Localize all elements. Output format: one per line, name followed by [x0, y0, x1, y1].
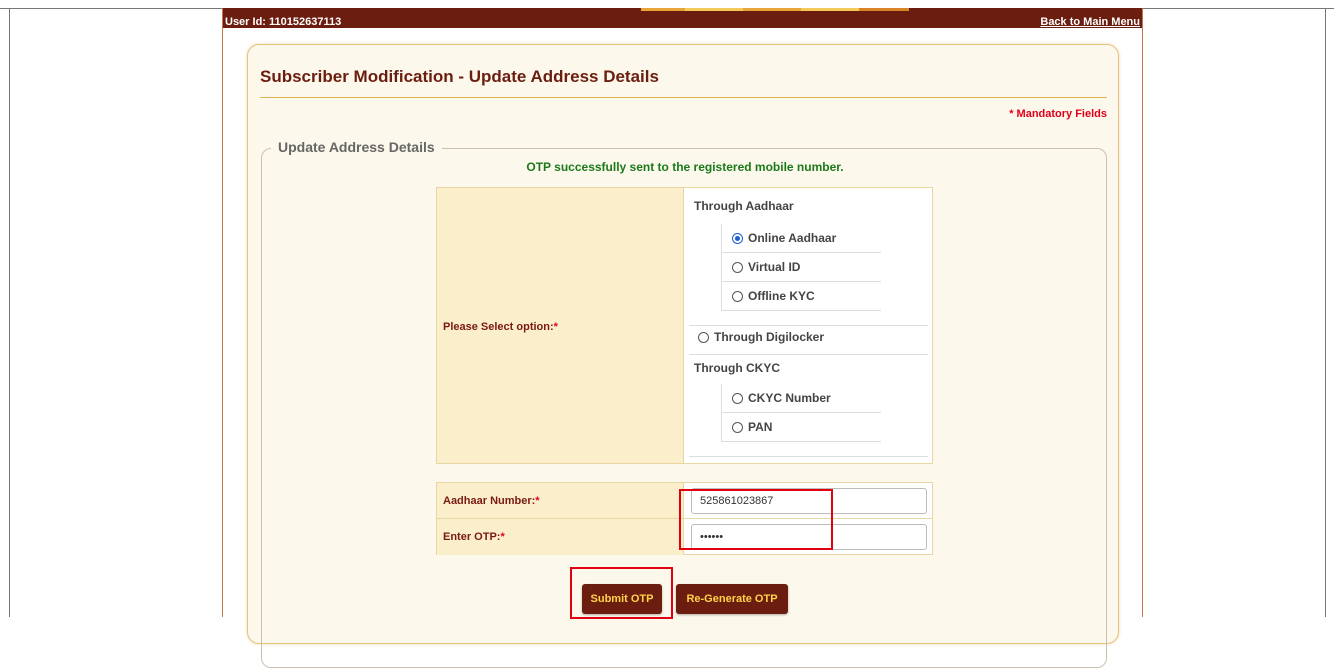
aadhaar-number-input[interactable] — [691, 488, 927, 514]
header-stripe — [859, 8, 909, 11]
enter-otp-label-text: Enter OTP: — [443, 531, 501, 543]
radio-label: Through Digilocker — [714, 330, 825, 344]
main-frame: User Id: 110152637113 Back to Main Menu … — [222, 8, 1143, 668]
option-choices-cell: Through Aadhaar Online Aadhaar Virtual I… — [685, 188, 932, 463]
group-heading-ckyc: Through CKYC — [694, 361, 780, 375]
radio-label: Offline KYC — [748, 289, 815, 303]
option-label-cell: Please Select option:* — [437, 188, 684, 463]
group-heading-aadhaar: Through Aadhaar — [694, 199, 794, 213]
otp-input[interactable] — [691, 524, 927, 550]
aadhaar-number-row: Aadhaar Number:* — [437, 483, 932, 519]
radio-virtual-id[interactable]: Virtual ID — [722, 253, 881, 282]
back-to-main-menu-link[interactable]: Back to Main Menu — [1040, 16, 1140, 28]
enter-otp-row: Enter OTP:* — [437, 519, 932, 555]
ckyc-options-list: CKYC Number PAN — [721, 384, 881, 442]
aadhaar-otp-form: Aadhaar Number:* Enter OTP:* — [436, 482, 933, 555]
row-divider — [689, 325, 928, 326]
radio-icon[interactable] — [732, 392, 743, 404]
radio-ckyc-number[interactable]: CKYC Number — [722, 384, 881, 413]
user-id: User Id: 110152637113 — [225, 16, 342, 28]
right-border — [1325, 8, 1326, 617]
required-mark: * — [553, 321, 558, 333]
header-stripe — [801, 8, 859, 11]
aadhaar-number-label: Aadhaar Number:* — [437, 483, 684, 518]
aadhaar-number-label-text: Aadhaar Number: — [443, 495, 536, 507]
regenerate-otp-button[interactable]: Re-Generate OTP — [676, 584, 788, 614]
row-divider — [689, 354, 928, 355]
radio-label: Online Aadhaar — [748, 231, 837, 245]
radio-online-aadhaar[interactable]: Online Aadhaar — [722, 224, 881, 253]
radio-label: Virtual ID — [748, 260, 801, 274]
radio-label: CKYC Number — [748, 391, 831, 405]
page-title: Subscriber Modification - Update Address… — [260, 67, 659, 86]
left-border — [9, 8, 10, 617]
radio-icon[interactable] — [732, 261, 743, 273]
header-stripe — [743, 8, 801, 11]
title-divider — [260, 97, 1107, 98]
header-stripe — [641, 8, 685, 11]
radio-offline-kyc[interactable]: Offline KYC — [722, 282, 881, 311]
radio-icon[interactable] — [698, 331, 709, 343]
enter-otp-label: Enter OTP:* — [437, 519, 684, 555]
required-mark: * — [500, 531, 505, 543]
update-address-fieldset: Update Address Details OTP successfully … — [261, 139, 1107, 668]
submit-otp-button[interactable]: Submit OTP — [582, 584, 662, 614]
otp-success-message: OTP successfully sent to the registered … — [526, 160, 844, 174]
content-panel: Subscriber Modification - Update Address… — [247, 44, 1119, 668]
row-divider — [689, 456, 928, 457]
required-mark: * — [535, 495, 540, 507]
fieldset-legend: Update Address Details — [271, 139, 442, 155]
radio-label: PAN — [748, 420, 773, 434]
header-stripe — [685, 8, 743, 11]
radio-pan[interactable]: PAN — [722, 413, 881, 442]
mandatory-fields-note: * Mandatory Fields — [1009, 108, 1107, 120]
select-option-label: Please Select option:* — [443, 321, 558, 333]
radio-selected-icon[interactable] — [732, 232, 743, 244]
top-bar: User Id: 110152637113 Back to Main Menu — [223, 8, 1142, 28]
radio-icon[interactable] — [732, 421, 743, 433]
radio-through-digilocker[interactable]: Through Digilocker — [698, 330, 824, 344]
option-table: Please Select option:* Through Aadhaar O… — [436, 187, 933, 464]
aadhaar-options-list: Online Aadhaar Virtual ID Offline KYC — [721, 224, 881, 311]
select-option-label-text: Please Select option: — [443, 321, 554, 333]
radio-icon[interactable] — [732, 290, 743, 302]
